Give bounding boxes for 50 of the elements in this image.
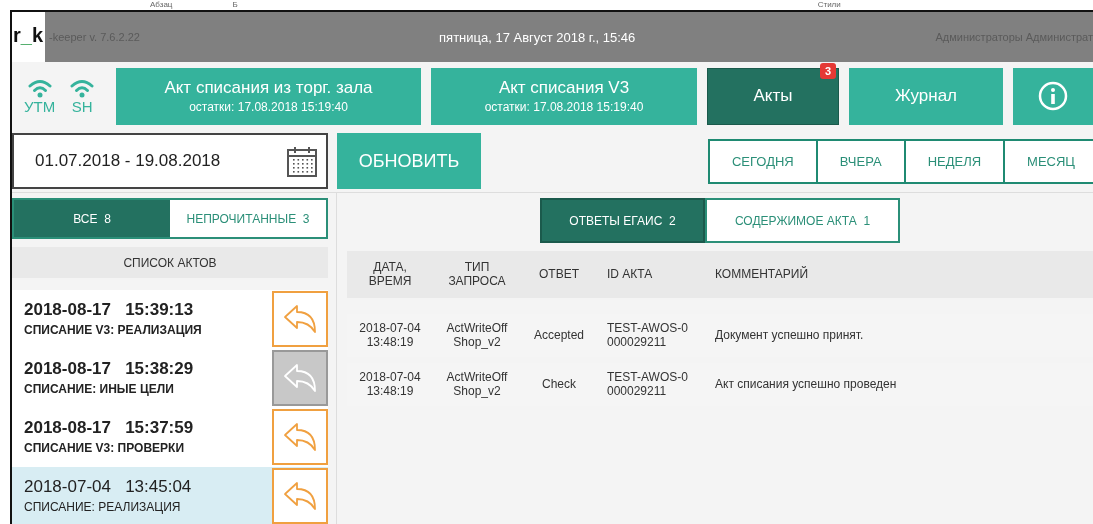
reply-button[interactable] xyxy=(272,290,328,347)
column-header: ОТВЕТ xyxy=(538,267,580,282)
act-type: СПИСАНИЕ V3: РЕАЛИЗАЦИЯ xyxy=(24,323,202,337)
info-button[interactable] xyxy=(1013,67,1093,125)
background-label: Стили xyxy=(817,0,841,10)
detail-tab[interactable]: СОДЕРЖИМОЕ АКТА 1 xyxy=(705,198,900,243)
table-cell-text: 2018-07-04 13:48:19 xyxy=(358,322,422,349)
act-list-item[interactable]: 2018-07-04 13:45:04 СПИСАНИЕ: РЕАЛИЗАЦИЯ xyxy=(12,467,328,524)
list-header: СПИСОК АКТОВ xyxy=(12,247,328,278)
wifi-icon xyxy=(26,77,53,98)
logo: r_k xyxy=(12,23,45,48)
table-cell-text: ActWriteOff Shop_v2 xyxy=(445,322,509,349)
act-datetime: 2018-08-17 15:38:29 xyxy=(24,359,194,379)
table-cell-text: TEST-AWOS-0 000029211 xyxy=(606,322,689,349)
act-datetime: 2018-07-04 13:45:04 xyxy=(24,477,192,497)
act-datetime: 2018-08-17 15:37:59 xyxy=(24,418,194,438)
table-cell-text: Акт списания успешно проведен xyxy=(715,377,898,392)
status-label: SH xyxy=(71,97,93,115)
column-header: ID АКТА xyxy=(606,267,654,282)
table-cell-text: Check xyxy=(541,377,577,392)
detail-tab[interactable]: ОТВЕТЫ ЕГАИС 2 xyxy=(540,198,705,243)
table-cell-text: TEST-AWOS-0 000029211 xyxy=(606,371,689,398)
reply-button[interactable] xyxy=(272,467,328,524)
reply-arrow-icon xyxy=(283,480,317,511)
datetime-text: пятница, 17 Август 2018 г., 15:46 xyxy=(439,29,637,45)
column-header: ТИП ЗАПРОСА xyxy=(447,261,507,288)
count-badge: 3 xyxy=(819,62,836,79)
reply-arrow-icon xyxy=(283,421,317,452)
info-icon xyxy=(1038,81,1068,111)
column-header: ДАТА, ВРЕМЯ xyxy=(367,261,413,288)
reply-button[interactable] xyxy=(272,408,328,465)
act-type: СПИСАНИЕ: РЕАЛИЗАЦИЯ xyxy=(24,500,182,514)
date-range-field[interactable]: 01.07.2018 - 19.08.2018 xyxy=(12,133,328,189)
column-header: КОММЕНТАРИЙ xyxy=(715,267,810,282)
background-label: Б xyxy=(232,0,238,10)
filter-tab[interactable]: НЕПРОЧИТАННЫЕ 3 xyxy=(170,200,326,238)
act-type: СПИСАНИЕ: ИНЫЕ ЦЕЛИ xyxy=(24,382,175,396)
table-cell-text: Документ успешно принят. xyxy=(715,328,865,343)
reply-arrow-icon xyxy=(283,362,317,393)
act-type: СПИСАНИЕ V3: ПРОВЕРКИ xyxy=(24,441,185,455)
filter-tab[interactable]: ВСЕ 8 xyxy=(14,200,170,238)
act-datetime: 2018-08-17 15:39:13 xyxy=(24,300,195,320)
reply-arrow-icon xyxy=(283,303,317,334)
wifi-icon xyxy=(69,77,96,98)
calendar-icon xyxy=(286,145,318,177)
status-label: УТМ xyxy=(24,97,56,115)
table-cell-text: ActWriteOff Shop_v2 xyxy=(445,371,509,398)
background-label: Абзац xyxy=(150,0,173,10)
table-cell-text: 2018-07-04 13:48:19 xyxy=(358,371,422,398)
table-cell-text: Accepted xyxy=(532,328,585,343)
